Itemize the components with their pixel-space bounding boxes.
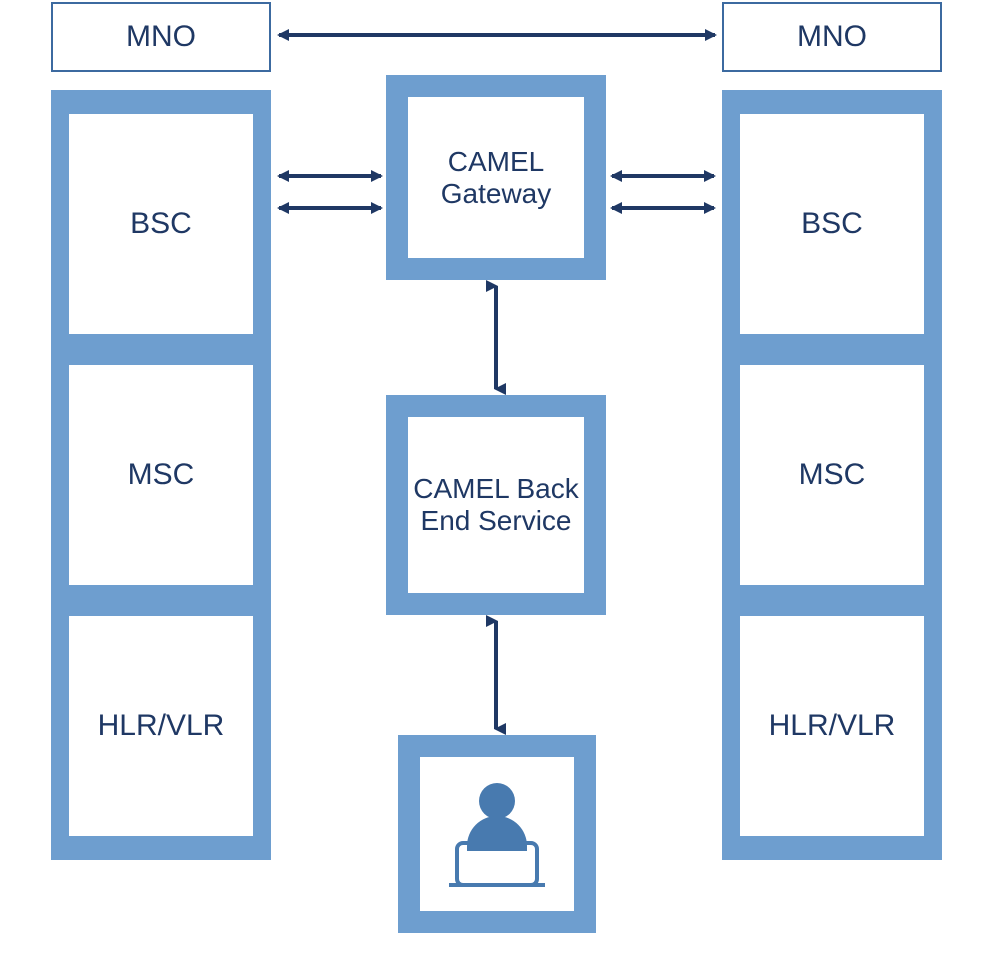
arrow-right-gateway-lower (608, 198, 718, 218)
camel-gateway-inner: CAMEL Gateway (408, 97, 584, 258)
arrow-mno-mno (275, 20, 719, 50)
operator-inner (420, 757, 574, 911)
left-cell-bsc: BSC (69, 114, 253, 334)
right-mno-label: MNO (797, 20, 867, 54)
left-column: BSC MSC HLR/VLR (51, 90, 271, 860)
camel-gateway-box: CAMEL Gateway (386, 75, 606, 280)
right-bsc-label: BSC (801, 207, 863, 241)
camel-backend-label: CAMEL Back End Service (408, 473, 584, 537)
left-cell-hlr: HLR/VLR (69, 616, 253, 836)
camel-gateway-label: CAMEL Gateway (408, 146, 584, 210)
left-cell-msc: MSC (69, 365, 253, 585)
arrow-gateway-backend (486, 282, 506, 393)
right-cell-bsc: BSC (740, 114, 924, 334)
right-column: BSC MSC HLR/VLR (722, 90, 942, 860)
arrow-backend-operator (486, 617, 506, 733)
operator-box (398, 735, 596, 933)
left-hlr-label: HLR/VLR (98, 709, 225, 743)
left-bsc-label: BSC (130, 207, 192, 241)
right-mno-header: MNO (722, 2, 942, 72)
arrow-right-gateway-upper (608, 166, 718, 186)
diagram-canvas: MNO MNO BSC MSC HLR/VLR BSC MSC HLR/VLR … (0, 0, 993, 961)
right-hlr-label: HLR/VLR (769, 709, 896, 743)
user-icon (437, 771, 557, 898)
camel-backend-inner: CAMEL Back End Service (408, 417, 584, 593)
arrow-left-gateway-upper (275, 166, 385, 186)
left-mno-header: MNO (51, 2, 271, 72)
camel-backend-box: CAMEL Back End Service (386, 395, 606, 615)
arrow-left-gateway-lower (275, 198, 385, 218)
right-msc-label: MSC (799, 458, 866, 492)
right-cell-msc: MSC (740, 365, 924, 585)
left-mno-label: MNO (126, 20, 196, 54)
left-msc-label: MSC (128, 458, 195, 492)
right-cell-hlr: HLR/VLR (740, 616, 924, 836)
